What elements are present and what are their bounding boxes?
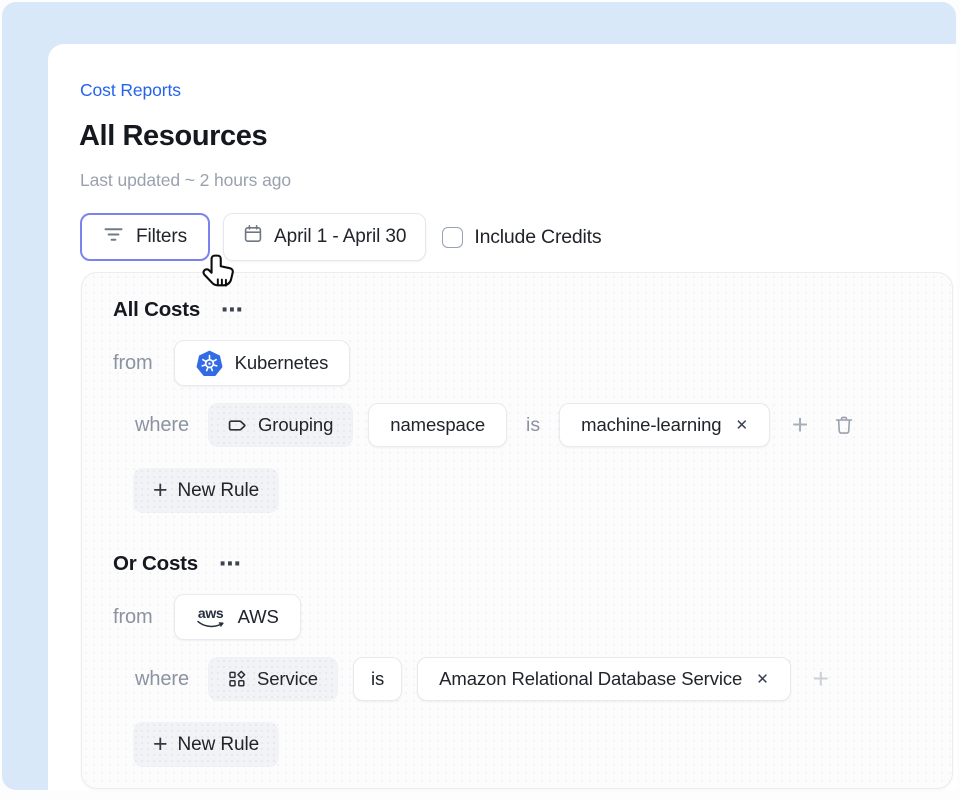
page-title: All Resources: [79, 120, 267, 153]
plus-icon: +: [153, 478, 168, 503]
provider-chip-label: Kubernetes: [235, 352, 329, 374]
group1-new-rule-button[interactable]: + New Rule: [133, 468, 279, 513]
remove-value-icon[interactable]: ✕: [735, 416, 747, 434]
filter-key-chip[interactable]: namespace: [368, 403, 507, 447]
group1-menu-icon[interactable]: ⋯: [221, 305, 244, 315]
categories-grid-icon: [228, 670, 246, 688]
from-label: from: [113, 352, 153, 375]
filters-button-label: Filters: [136, 226, 187, 248]
new-rule-label: New Rule: [178, 480, 260, 502]
filter-value-chip[interactable]: machine-learning ✕: [559, 403, 770, 447]
provider-chip-kubernetes[interactable]: Kubernetes: [174, 340, 351, 386]
filter-type-label: Service: [257, 668, 318, 690]
group1-title: All Costs: [113, 298, 200, 322]
operator-text: is: [526, 414, 540, 437]
kubernetes-logo-icon: [196, 350, 223, 377]
include-credits-label: Include Credits: [474, 226, 601, 249]
from-label: from: [113, 606, 153, 629]
provider-chip-label: AWS: [238, 606, 279, 628]
provider-chip-aws[interactable]: aws AWS: [174, 594, 301, 640]
filters-button[interactable]: Filters: [80, 213, 210, 261]
add-value-icon[interactable]: +: [792, 411, 808, 439]
group2-from-row: from aws AWS: [113, 594, 952, 640]
operator-label: is: [371, 668, 384, 690]
delete-rule-icon[interactable]: [833, 414, 855, 437]
group1-from-row: from Kubernetes: [113, 340, 952, 386]
date-range-button[interactable]: April 1 - April 30: [223, 213, 426, 261]
report-card: Cost Reports All Resources Last updated …: [48, 44, 957, 790]
group2-new-rule-button[interactable]: + New Rule: [133, 722, 279, 767]
calendar-icon: [243, 224, 263, 250]
last-updated-text: Last updated ~ 2 hours ago: [80, 170, 291, 191]
aws-logo-icon: aws: [196, 606, 226, 629]
where-label: where: [135, 414, 189, 437]
operator-chip[interactable]: is: [353, 657, 402, 701]
tag-icon: [228, 416, 247, 435]
filter-type-chip-service[interactable]: Service: [208, 657, 338, 701]
group2-header: Or Costs ⋯: [113, 552, 952, 576]
filters-panel: All Costs ⋯ from: [81, 272, 953, 789]
breadcrumb[interactable]: Cost Reports: [80, 80, 181, 101]
filter-icon: [103, 226, 124, 248]
group2-title: Or Costs: [113, 552, 198, 576]
include-credits-checkbox[interactable]: [442, 227, 463, 248]
plus-icon: +: [153, 732, 168, 757]
group2-where-row: where Service is Amazon Relational Datab…: [135, 657, 952, 701]
where-label: where: [135, 668, 189, 691]
group2-menu-icon[interactable]: ⋯: [219, 559, 242, 569]
filter-value-label: Amazon Relational Database Service: [439, 668, 742, 690]
toolbar: Filters April 1 - April 30 Include Credi…: [80, 213, 601, 261]
group1-header: All Costs ⋯: [113, 298, 952, 322]
filter-key-label: namespace: [390, 414, 485, 436]
filter-value-chip[interactable]: Amazon Relational Database Service ✕: [417, 657, 791, 701]
add-value-icon[interactable]: +: [813, 665, 829, 693]
date-range-label: April 1 - April 30: [274, 226, 406, 248]
filter-type-chip-grouping[interactable]: Grouping: [208, 403, 353, 447]
filter-value-label: machine-learning: [581, 414, 721, 436]
include-credits-control[interactable]: Include Credits: [442, 226, 601, 249]
filter-type-label: Grouping: [258, 414, 333, 436]
remove-value-icon[interactable]: ✕: [756, 670, 768, 688]
group1-where-row: where Grouping namespace is machine-lear…: [135, 403, 952, 447]
new-rule-label: New Rule: [178, 734, 260, 756]
